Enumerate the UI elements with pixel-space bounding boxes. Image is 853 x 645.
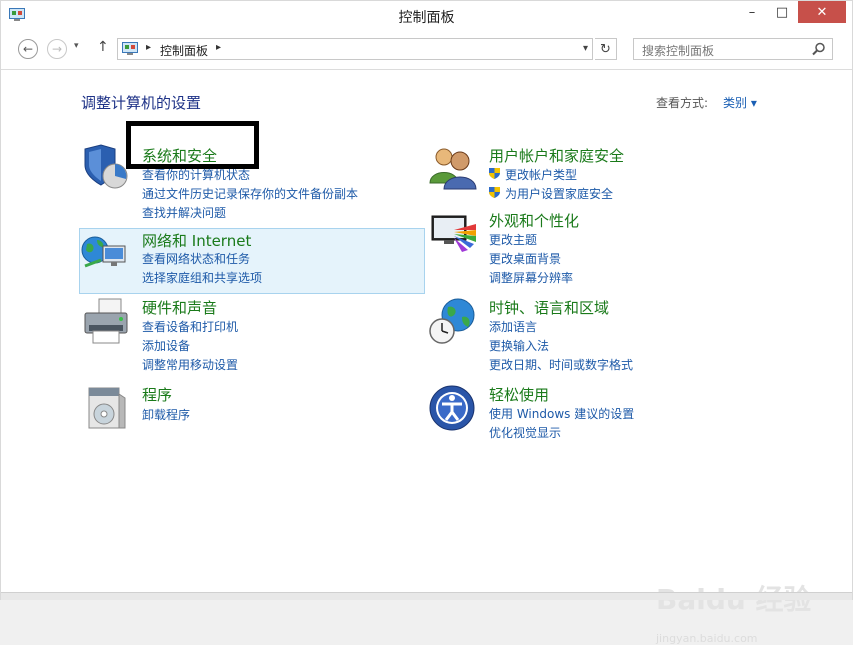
category-title-appearance[interactable]: 外观和个性化 (489, 210, 579, 231)
printer-icon[interactable] (81, 297, 131, 347)
search-box[interactable]: 搜索控制面板 (633, 38, 833, 60)
category-title-ease-of-access[interactable]: 轻松使用 (489, 384, 549, 405)
link-view-network-status[interactable]: 查看网络状态和任务 (142, 250, 250, 267)
users-icon[interactable] (428, 143, 478, 193)
title-bar: 控制面板 – □ ✕ (1, 1, 852, 31)
programs-icon[interactable] (81, 384, 131, 434)
refresh-button[interactable]: ↻ (595, 38, 617, 60)
category-title-network-internet[interactable]: 网络和 Internet (142, 230, 251, 251)
uac-shield-icon (489, 168, 500, 179)
search-placeholder: 搜索控制面板 (642, 44, 715, 58)
link-troubleshoot[interactable]: 查找并解决问题 (142, 204, 226, 221)
control-panel-window: 控制面板 – □ ✕ ← → ▾ ↑ ▸ 控制面板 ▸ ▾ ↻ 搜索控制面板 调… (0, 0, 853, 645)
link-windows-recommended-settings[interactable]: 使用 Windows 建议的设置 (489, 405, 634, 422)
watermark-url: jingyan.baidu.com (656, 632, 758, 645)
window-title: 控制面板 (398, 10, 455, 26)
link-file-history-backup[interactable]: 通过文件历史记录保存你的文件备份副本 (142, 185, 358, 202)
category-title-clock-region[interactable]: 时钟、语言和区域 (489, 297, 609, 318)
horizontal-scrollbar[interactable] (1, 592, 852, 600)
category-title-hardware-sound[interactable]: 硬件和声音 (142, 297, 217, 318)
link-screen-resolution[interactable]: 调整屏幕分辨率 (489, 269, 573, 286)
breadcrumb-control-panel[interactable]: 控制面板 (160, 42, 208, 59)
link-add-device[interactable]: 添加设备 (142, 337, 190, 354)
view-by-dropdown[interactable]: 类别 ▾ (723, 94, 757, 111)
back-button[interactable]: ← (18, 39, 38, 59)
appearance-monitor-icon[interactable] (428, 210, 478, 260)
page-title: 调整计算机的设置 (81, 94, 202, 112)
security-shield-icon[interactable] (81, 143, 131, 193)
control-panel-icon (122, 42, 138, 55)
link-family-safety[interactable]: 为用户设置家庭安全 (505, 185, 613, 202)
minimize-button[interactable]: – (738, 1, 766, 23)
annotation-box (126, 121, 259, 169)
chevron-down-icon[interactable]: ▾ (583, 43, 588, 54)
view-by-label: 查看方式: (656, 96, 709, 110)
main-content: 调整计算机的设置 查看方式: 类别 ▾ 系统和安全 查看你的计算机状态 通过文件… (1, 70, 852, 645)
breadcrumb-separator[interactable]: ▸ (216, 42, 221, 53)
category-title-user-accounts[interactable]: 用户帐户和家庭安全 (489, 145, 624, 166)
link-add-language[interactable]: 添加语言 (489, 318, 537, 335)
recent-locations-dropdown[interactable]: ▾ (74, 41, 79, 51)
address-bar[interactable]: ▸ 控制面板 ▸ ▾ (117, 38, 593, 60)
link-devices-printers[interactable]: 查看设备和打印机 (142, 318, 238, 335)
link-uninstall-program[interactable]: 卸载程序 (142, 406, 190, 423)
breadcrumb-separator[interactable]: ▸ (146, 42, 151, 53)
network-globe-icon[interactable] (81, 230, 131, 280)
link-optimize-visual-display[interactable]: 优化视觉显示 (489, 424, 561, 441)
link-mobility-settings[interactable]: 调整常用移动设置 (142, 356, 238, 373)
link-change-account-type[interactable]: 更改帐户类型 (505, 166, 577, 183)
search-icon[interactable] (812, 42, 826, 56)
category-title-programs[interactable]: 程序 (142, 384, 172, 405)
clock-globe-icon[interactable] (428, 297, 478, 347)
close-button[interactable]: ✕ (798, 1, 846, 23)
link-change-input-method[interactable]: 更换输入法 (489, 337, 549, 354)
ease-of-access-icon[interactable] (428, 384, 478, 434)
link-change-theme[interactable]: 更改主题 (489, 231, 537, 248)
link-desktop-background[interactable]: 更改桌面背景 (489, 250, 561, 267)
forward-button[interactable]: → (47, 39, 67, 59)
maximize-button[interactable]: □ (768, 1, 796, 23)
address-toolbar: ← → ▾ ↑ ▸ 控制面板 ▸ ▾ ↻ 搜索控制面板 (1, 31, 852, 70)
link-date-time-format[interactable]: 更改日期、时间或数字格式 (489, 356, 633, 373)
link-homegroup-sharing[interactable]: 选择家庭组和共享选项 (142, 269, 262, 286)
up-button[interactable]: ↑ (97, 39, 109, 55)
uac-shield-icon (489, 187, 500, 198)
